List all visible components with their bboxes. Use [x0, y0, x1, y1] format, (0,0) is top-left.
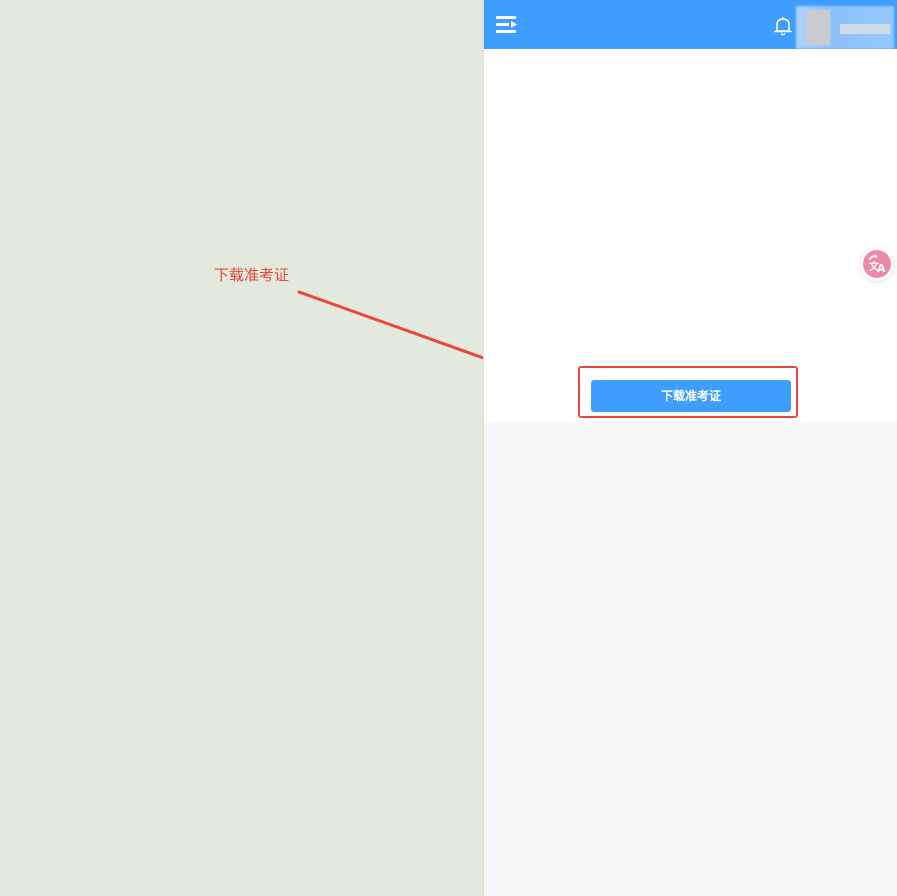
translate-icon: 文 A	[863, 250, 891, 278]
svg-text:A: A	[877, 262, 886, 275]
screenshot-canvas: 下载准考证 下载准考证 文 A	[0, 0, 897, 896]
user-name-redacted	[840, 24, 890, 34]
download-admission-ticket-button[interactable]: 下载准考证	[591, 380, 791, 412]
avatar	[806, 10, 830, 45]
bell-icon[interactable]	[772, 15, 794, 37]
annotation-label: 下载准考证	[214, 266, 290, 284]
content-card: 下载准考证 文 A	[484, 49, 897, 422]
menu-collapse-icon[interactable]	[496, 15, 518, 35]
user-profile-chip[interactable]	[796, 6, 894, 49]
top-bar	[484, 0, 897, 49]
translate-button[interactable]: 文 A	[860, 247, 894, 281]
app-panel: 下载准考证 文 A	[483, 0, 897, 896]
